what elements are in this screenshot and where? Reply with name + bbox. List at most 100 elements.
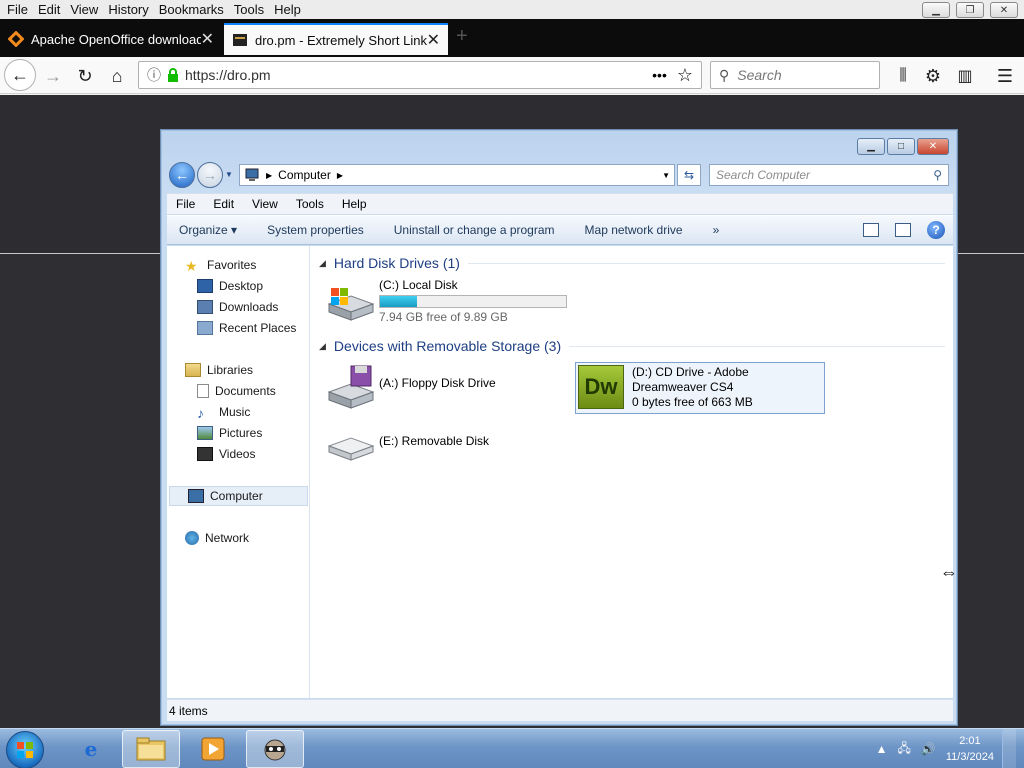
forward-button[interactable]: → bbox=[38, 61, 68, 91]
breadcrumb-separator-icon[interactable]: ▶ bbox=[266, 171, 272, 180]
group-header-hard-disk-drives[interactable]: ◢ Hard Disk Drives (1) bbox=[319, 255, 945, 271]
explorer-maximize-button[interactable]: □ bbox=[887, 138, 915, 155]
menu-bookmarks[interactable]: Bookmarks bbox=[154, 2, 229, 17]
uninstall-program-button[interactable]: Uninstall or change a program bbox=[394, 223, 555, 237]
library-icon[interactable]: ⫼ bbox=[888, 61, 918, 91]
back-button[interactable]: ← bbox=[4, 59, 36, 91]
explorer-content: ★ Favorites Desktop Downloads Recent Pla… bbox=[167, 246, 953, 698]
info-icon[interactable]: ⓘ bbox=[147, 65, 161, 85]
nav-network[interactable]: Network bbox=[167, 528, 309, 548]
system-tray: ▲ 🖧 🔊 2:01 11/3/2024 bbox=[876, 729, 1024, 768]
organize-button[interactable]: Organize ▾ bbox=[179, 223, 237, 237]
sidebar-icon[interactable]: ▥ bbox=[950, 61, 980, 91]
explorer-menu-view[interactable]: View bbox=[243, 197, 287, 211]
search-bar[interactable]: ⚲ Search bbox=[710, 61, 880, 89]
nav-label: Network bbox=[205, 531, 250, 545]
gear-icon[interactable]: ⚙ bbox=[918, 61, 948, 91]
new-tab-icon[interactable]: + bbox=[456, 25, 468, 48]
explorer-minimize-button[interactable]: ▁ bbox=[857, 138, 885, 155]
taskbar-media-player[interactable] bbox=[184, 730, 242, 768]
breadcrumb-separator-icon[interactable]: ▶ bbox=[337, 171, 343, 180]
nav-videos[interactable]: Videos bbox=[167, 444, 309, 464]
taskbar-raccoon-app[interactable] bbox=[246, 730, 304, 768]
nav-libraries[interactable]: Libraries bbox=[167, 360, 309, 380]
show-hidden-icons-icon[interactable]: ▲ bbox=[876, 742, 888, 756]
explorer-search-input[interactable]: Search Computer ⚲ bbox=[709, 164, 949, 186]
nav-downloads[interactable]: Downloads bbox=[167, 297, 309, 317]
reload-button[interactable]: ↻ bbox=[70, 61, 100, 91]
explorer-menu-file[interactable]: File bbox=[167, 197, 204, 211]
close-button[interactable]: ✕ bbox=[990, 2, 1018, 18]
system-properties-button[interactable]: System properties bbox=[267, 223, 364, 237]
menu-file[interactable]: File bbox=[2, 2, 33, 17]
drive-e[interactable]: (E:) Removable Disk bbox=[325, 422, 489, 468]
nav-label: Videos bbox=[219, 447, 256, 461]
nav-music[interactable]: ♪ Music bbox=[167, 402, 309, 422]
recent-pages-dropdown-icon[interactable]: ▼ bbox=[225, 170, 233, 179]
tab-openoffice[interactable]: Apache OpenOffice download ✕ bbox=[0, 23, 222, 55]
group-divider bbox=[467, 262, 945, 264]
breadcrumb-computer[interactable]: Computer bbox=[278, 168, 331, 182]
menu-tools[interactable]: Tools bbox=[229, 2, 269, 17]
home-button[interactable]: ⌂ bbox=[102, 61, 132, 91]
page-actions-icon[interactable]: ••• bbox=[652, 67, 667, 83]
map-network-drive-button[interactable]: Map network drive bbox=[585, 223, 683, 237]
explorer-forward-button[interactable]: → bbox=[197, 162, 223, 188]
drive-free-space: 7.94 GB free of 9.89 GB bbox=[379, 310, 508, 324]
tab-close-icon[interactable]: ✕ bbox=[201, 29, 214, 49]
show-desktop-button[interactable] bbox=[1002, 729, 1016, 768]
tab-dro-pm[interactable]: dro.pm - Extremely Short Links ✕ bbox=[224, 23, 448, 55]
group-title: Hard Disk Drives (1) bbox=[333, 255, 460, 271]
explorer-close-button[interactable]: ✕ bbox=[917, 138, 949, 155]
network-tray-icon[interactable]: 🖧 bbox=[898, 739, 911, 760]
minimize-button[interactable]: ▁ bbox=[922, 2, 950, 18]
nav-documents[interactable]: Documents bbox=[167, 381, 309, 401]
nav-recent-places[interactable]: Recent Places bbox=[167, 318, 309, 338]
nav-label: Computer bbox=[210, 489, 263, 503]
nav-pictures[interactable]: Pictures bbox=[167, 423, 309, 443]
clock[interactable]: 2:01 11/3/2024 bbox=[946, 733, 994, 765]
explorer-menu-tools[interactable]: Tools bbox=[287, 197, 333, 211]
hamburger-menu-icon[interactable]: ☰ bbox=[990, 61, 1020, 91]
clock-date: 11/3/2024 bbox=[945, 751, 994, 763]
nav-favorites[interactable]: ★ Favorites bbox=[167, 255, 309, 275]
help-icon[interactable]: ? bbox=[927, 221, 945, 239]
restore-button[interactable]: ❐ bbox=[956, 2, 984, 18]
folder-icon bbox=[136, 737, 166, 761]
preview-pane-icon[interactable] bbox=[895, 223, 911, 237]
menu-edit[interactable]: Edit bbox=[33, 2, 65, 17]
drive-c[interactable]: (C:) Local Disk 7.94 GB free of 9.89 GB bbox=[325, 278, 567, 324]
taskbar-windows-explorer[interactable] bbox=[122, 730, 180, 768]
refresh-button[interactable]: ⇆ bbox=[677, 164, 701, 186]
recent-places-icon bbox=[197, 321, 213, 335]
nav-computer[interactable]: Computer bbox=[169, 486, 308, 506]
removable-disk-icon bbox=[327, 437, 375, 461]
drive-a[interactable]: (A:) Floppy Disk Drive bbox=[325, 364, 496, 410]
collapse-icon[interactable]: ◢ bbox=[319, 341, 326, 352]
explorer-menubar: File Edit View Tools Help bbox=[167, 193, 953, 214]
explorer-menu-help[interactable]: Help bbox=[333, 197, 376, 211]
taskbar-internet-explorer[interactable]: e bbox=[62, 730, 120, 768]
explorer-menu-edit[interactable]: Edit bbox=[204, 197, 243, 211]
music-icon: ♪ bbox=[197, 405, 204, 421]
address-dropdown-icon[interactable]: ▼ bbox=[662, 171, 670, 180]
start-button[interactable] bbox=[6, 731, 44, 768]
nav-desktop[interactable]: Desktop bbox=[167, 276, 309, 296]
collapse-icon[interactable]: ◢ bbox=[319, 258, 326, 269]
drive-d[interactable]: Dw (D:) CD Drive - Adobe Dreamweaver CS4… bbox=[575, 362, 825, 414]
explorer-back-button[interactable]: ← bbox=[169, 162, 195, 188]
media-player-icon bbox=[201, 737, 225, 761]
more-commands-button[interactable]: » bbox=[713, 223, 720, 237]
volume-icon[interactable]: 🔊 bbox=[921, 742, 936, 756]
menu-view[interactable]: View bbox=[65, 2, 103, 17]
group-header-removable-storage[interactable]: ◢ Devices with Removable Storage (3) bbox=[319, 338, 945, 354]
bookmark-star-icon[interactable]: ☆ bbox=[677, 65, 693, 86]
change-view-icon[interactable] bbox=[863, 223, 879, 237]
menu-help[interactable]: Help bbox=[269, 2, 306, 17]
address-bar[interactable]: ▶ Computer ▶ ▼ bbox=[239, 164, 675, 186]
url-bar[interactable]: ⓘ https://dro.pm ••• ☆ bbox=[138, 61, 702, 89]
url-text: https://dro.pm bbox=[185, 67, 271, 83]
tab-close-icon[interactable]: ✕ bbox=[427, 30, 440, 50]
menu-history[interactable]: History bbox=[103, 2, 153, 17]
hard-drive-icon bbox=[327, 288, 375, 321]
